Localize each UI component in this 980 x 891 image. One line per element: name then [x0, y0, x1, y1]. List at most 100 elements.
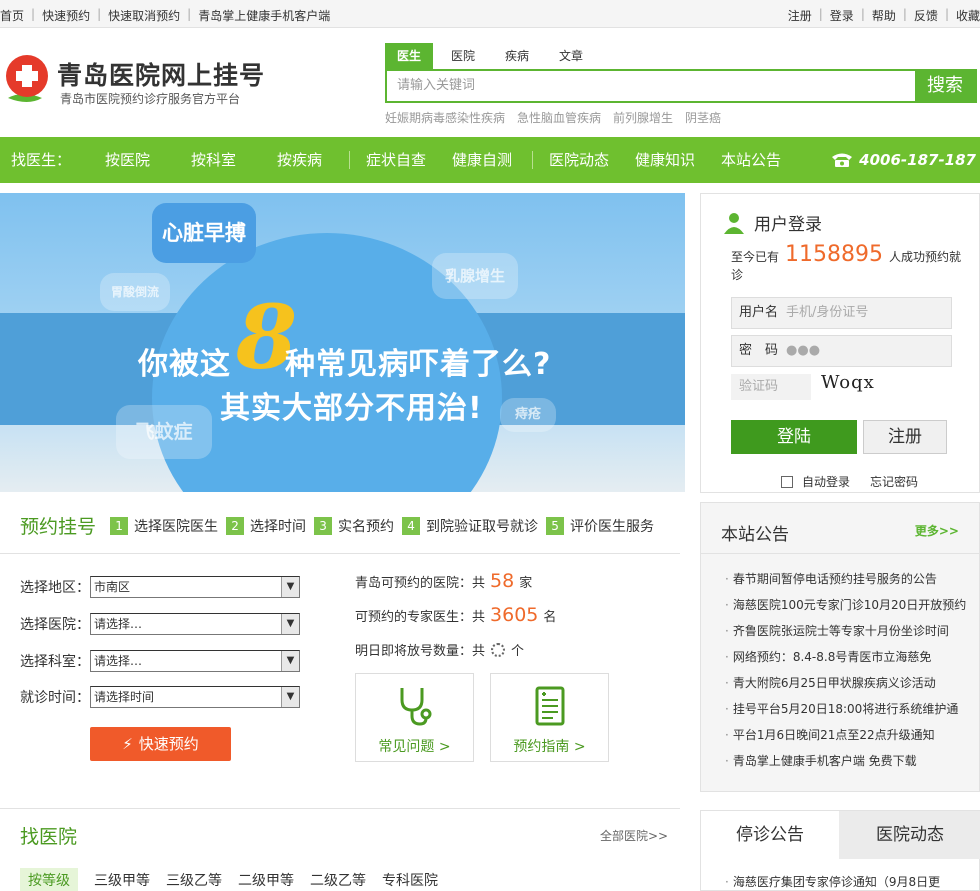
tab-hospital-news[interactable]: 医院动态	[839, 811, 980, 859]
chevron-down-icon: ▼	[281, 577, 299, 597]
guide-box[interactable]: 预约指南 >	[490, 673, 609, 762]
hospital-select[interactable]: 请选择… ▼	[90, 613, 300, 635]
expert-count-unit: 名	[543, 610, 557, 625]
time-row: 就诊时间： 请选择时间 ▼	[20, 686, 300, 708]
step-label: 选择医院医生	[134, 518, 219, 535]
search-tabs: 医生 医院 疾病 文章	[385, 43, 977, 69]
lightning-icon: ⚡	[122, 735, 133, 753]
hot-keyword[interactable]: 前列腺增生	[613, 109, 673, 126]
suspension-notice-item[interactable]: 海慈医疗集团专家停诊通知（9月8日更	[725, 873, 980, 890]
nav-by-disease[interactable]: 按疾病	[277, 137, 322, 183]
search-tab-article[interactable]: 文章	[547, 43, 595, 69]
faq-box[interactable]: 常见问题 >	[355, 673, 474, 762]
notice-item[interactable]: 青大附院6月25日甲状腺疾病义诊活动	[725, 673, 980, 699]
password-field[interactable]: 密 码 ●●●	[731, 335, 952, 367]
booking-steps: 预约挂号 1 选择医院医生 2 选择时间 3 实名预约 4 到院验证取号就诊 5 评价医生…	[20, 512, 680, 539]
find-hospital-title: 找医院	[20, 826, 78, 848]
level-filter[interactable]: 三级甲等	[94, 868, 150, 891]
booking-steps-title: 预约挂号	[20, 516, 97, 538]
site-logo[interactable]: 青岛医院网上挂号 青岛市医院预约诊疗服务官方平台	[2, 52, 282, 112]
search-tab-disease[interactable]: 疾病	[493, 43, 541, 69]
nav-site-notice[interactable]: 本站公告	[721, 137, 781, 183]
notice-item[interactable]: 海慈医院100元专家门诊10月20日开放预约	[725, 595, 980, 621]
promo-banner[interactable]: 心脏早搏 乳腺增生 飞蚊症 胃酸倒流 痔疮 8 你被这 种常见病吓着了么? 其实大…	[0, 193, 685, 492]
nav-by-hospital[interactable]: 按医院	[105, 137, 150, 183]
quick-cancel-link[interactable]: 快速取消预约	[108, 7, 180, 24]
faq-label: 常见问题 >	[378, 739, 451, 755]
username-field[interactable]: 用户名 手机/身份证号	[731, 297, 952, 329]
notice-item[interactable]: 网络预约：8.4-8.8号青医市立海慈免	[725, 647, 980, 673]
level-filter[interactable]: 三级乙等	[166, 868, 222, 891]
banner-subline: 其实大部分不用治!	[220, 391, 483, 426]
login-button[interactable]: 登陆	[731, 420, 857, 454]
area-row: 选择地区： 市南区 ▼	[20, 576, 300, 598]
hot-keyword[interactable]: 急性脑血管疾病	[517, 109, 601, 126]
hospital-count: 58	[490, 570, 515, 592]
department-select[interactable]: 请选择… ▼	[90, 650, 300, 672]
expert-count-prefix: 可预约的专家医生：共	[355, 610, 486, 625]
hot-keywords: 妊娠期病毒感染性疾病 急性脑血管疾病 前列腺增生 阴茎癌	[385, 109, 977, 126]
mobile-app-link[interactable]: 青岛掌上健康手机客户端	[198, 7, 330, 24]
nav-health-test[interactable]: 健康自测	[452, 137, 512, 183]
search-button[interactable]: 搜索	[915, 71, 975, 101]
level-filter[interactable]: 二级甲等	[238, 868, 294, 891]
all-hospitals-link[interactable]: 全部医院>>	[600, 827, 668, 844]
favorite-link[interactable]: 收藏	[956, 7, 980, 24]
search-tab-doctor[interactable]: 医生	[385, 43, 434, 69]
hospital-level-filter: 按等级 三级甲等 三级乙等 二级甲等 二级乙等 专科医院	[20, 868, 454, 891]
notice-item[interactable]: 齐鲁医院张运院士等专家十月份坐诊时间	[725, 621, 980, 647]
search-tab-hospital[interactable]: 医院	[439, 43, 487, 69]
search-input[interactable]: 请输入关键词	[387, 71, 915, 101]
nav-find-doctor-label: 找医生：	[11, 151, 72, 169]
site-subtitle: 青岛市医院预约诊疗服务官方平台	[60, 92, 241, 106]
step-number: 5	[546, 516, 565, 535]
home-link[interactable]: 首页	[0, 7, 24, 24]
nav-divider	[349, 151, 350, 169]
guide-label: 预约指南 >	[513, 739, 586, 755]
nav-health-knowledge[interactable]: 健康知识	[635, 137, 695, 183]
hot-keyword[interactable]: 妊娠期病毒感染性疾病	[385, 109, 505, 126]
feedback-link[interactable]: 反馈	[914, 7, 938, 24]
auto-login-checkbox[interactable]	[781, 475, 793, 488]
chevron-down-icon: ▼	[281, 651, 299, 671]
banner-headline: 你被这 种常见病吓着了么?	[138, 339, 551, 383]
notice-more-link[interactable]: 更多>>	[915, 522, 959, 539]
quick-booking-button[interactable]: ⚡ 快速预约	[90, 727, 231, 761]
quick-booking-link[interactable]: 快速预约	[42, 7, 90, 24]
nav-by-department[interactable]: 按科室	[191, 137, 236, 183]
level-filter-active[interactable]: 按等级	[20, 868, 78, 891]
tomorrow-count-unit: 个	[511, 644, 525, 659]
booking-count: 1158895	[785, 242, 883, 267]
hospital-count-unit: 家	[519, 576, 533, 591]
hot-keyword[interactable]: 阴茎癌	[685, 109, 721, 126]
loading-spinner-icon	[491, 642, 506, 657]
quick-booking-label: 快速预约	[138, 735, 199, 753]
department-row: 选择科室： 请选择… ▼	[20, 650, 300, 672]
notice-item[interactable]: 青岛掌上健康手机客户端 免费下载	[725, 751, 980, 777]
level-filter[interactable]: 二级乙等	[310, 868, 366, 891]
area-select-value: 市南区	[94, 580, 131, 594]
banner-bubble: 胃酸倒流	[100, 273, 170, 311]
nav-symptom-check[interactable]: 症状自查	[366, 137, 426, 183]
notice-item[interactable]: 春节期间暂停电话预约挂号服务的公告	[725, 569, 980, 595]
help-link[interactable]: 帮助	[872, 7, 896, 24]
nav-hospital-news[interactable]: 医院动态	[549, 137, 609, 183]
tab-suspension-notice[interactable]: 停诊公告	[701, 811, 839, 859]
login-link[interactable]: 登录	[830, 7, 854, 24]
login-options: 自动登录 忘记密码	[781, 473, 918, 490]
time-select[interactable]: 请选择时间 ▼	[90, 686, 300, 708]
captcha-image[interactable]: Woqx	[821, 372, 875, 393]
level-filter[interactable]: 专科医院	[382, 868, 438, 891]
banner-bubble: 乳腺增生	[432, 253, 518, 299]
register-link[interactable]: 注册	[788, 7, 812, 24]
notice-item[interactable]: 挂号平台5月20日18:00将进行系统维护通	[725, 699, 980, 725]
notice-item[interactable]: 平台1月6日晚间21点至22点升级通知	[725, 725, 980, 751]
banner-bubble: 飞蚊症	[116, 405, 212, 459]
expert-count: 3605	[490, 604, 539, 626]
register-button[interactable]: 注册	[863, 420, 947, 454]
area-select[interactable]: 市南区 ▼	[90, 576, 300, 598]
forgot-password-link[interactable]: 忘记密码	[870, 473, 918, 490]
main-nav: 找医生： 按医院 按科室 按疾病 症状自查 健康自测 医院动态 健康知识 本站公…	[0, 137, 980, 183]
captcha-input[interactable]: 验证码	[731, 374, 811, 400]
auto-login-label[interactable]: 自动登录	[802, 473, 850, 490]
